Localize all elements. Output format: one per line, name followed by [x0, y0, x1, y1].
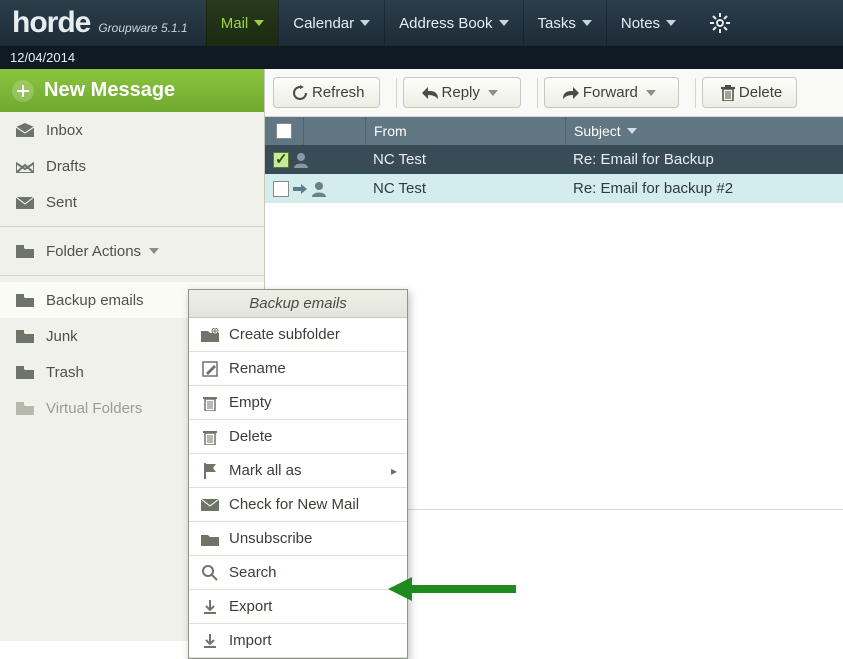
trash-icon [721, 85, 735, 101]
forward-button[interactable]: Forward [544, 77, 679, 108]
column-from[interactable]: From [365, 117, 565, 145]
folder-icon [14, 327, 36, 345]
row-from: NC Test [365, 145, 565, 174]
nav-calendar[interactable]: Calendar [278, 0, 384, 46]
forward-icon [563, 87, 579, 99]
row-checkbox[interactable] [273, 152, 289, 168]
chevron-down-icon [642, 90, 660, 96]
trash-icon [199, 429, 221, 445]
folder-icon [14, 242, 36, 260]
search-icon [199, 565, 221, 581]
nav-mail[interactable]: Mail [206, 0, 279, 46]
sort-desc-icon [627, 128, 637, 134]
reply-icon [422, 87, 438, 99]
settings-button[interactable] [698, 0, 742, 46]
folder-icon [199, 532, 221, 546]
folder-context-menu: Backup emails Create subfolder Rename Em… [188, 289, 408, 659]
drafts-icon [14, 157, 36, 175]
forwarded-icon [293, 184, 307, 194]
chevron-down-icon [254, 20, 264, 26]
sidebar-item-sent[interactable]: Sent [0, 184, 264, 220]
row-subject: Re: Email for Backup [565, 145, 843, 174]
chevron-down-icon [666, 20, 676, 26]
inbox-icon [14, 121, 36, 139]
message-row[interactable]: NC Test Re: Email for backup #2 [265, 174, 843, 203]
person-icon [311, 181, 327, 197]
row-subject: Re: Email for backup #2 [565, 174, 843, 203]
date-bar: 12/04/2014 [0, 46, 843, 69]
nav-notes[interactable]: Notes [606, 0, 690, 46]
sent-icon [14, 193, 36, 211]
select-all-checkbox[interactable] [265, 117, 303, 145]
download-icon [199, 599, 221, 615]
ctx-delete[interactable]: Delete [189, 420, 407, 454]
column-subject[interactable]: Subject [565, 117, 843, 145]
folder-icon [14, 291, 36, 309]
refresh-icon [292, 85, 308, 101]
sidebar-item-drafts[interactable]: Drafts [0, 148, 264, 184]
envelope-icon [199, 499, 221, 511]
message-toolbar: Refresh Reply Forward Delete [265, 69, 843, 117]
app-logo: horde [0, 6, 98, 40]
download-icon [199, 633, 221, 649]
message-table-header: From Subject [265, 117, 843, 145]
ctx-rename[interactable]: Rename [189, 352, 407, 386]
nav-address-book[interactable]: Address Book [384, 0, 522, 46]
ctx-check-new-mail[interactable]: Check for New Mail [189, 488, 407, 522]
row-from: NC Test [365, 174, 565, 203]
row-checkbox[interactable] [273, 181, 289, 197]
ctx-search[interactable]: Search [189, 556, 407, 590]
ctx-export[interactable]: Export [189, 590, 407, 624]
ctx-create-subfolder[interactable]: Create subfolder [189, 318, 407, 352]
refresh-button[interactable]: Refresh [273, 77, 380, 108]
edit-icon [199, 361, 221, 377]
folder-plus-icon [14, 399, 36, 417]
folder-plus-icon [199, 328, 221, 342]
folder-icon [14, 363, 36, 381]
chevron-down-icon [499, 20, 509, 26]
person-icon [293, 152, 309, 168]
chevron-down-icon [360, 20, 370, 26]
ctx-empty[interactable]: Empty [189, 386, 407, 420]
delete-button[interactable]: Delete [702, 77, 797, 108]
new-message-label: New Message [44, 79, 175, 102]
gear-icon [710, 13, 730, 33]
app-subtitle: Groupware 5.1.1 [98, 21, 187, 35]
message-row[interactable]: NC Test Re: Email for Backup [265, 145, 843, 174]
reply-button[interactable]: Reply [403, 77, 521, 108]
sidebar-folder-actions[interactable]: Folder Actions [0, 233, 264, 269]
ctx-import[interactable]: Import [189, 624, 407, 658]
sidebar-item-inbox[interactable]: Inbox [0, 112, 264, 148]
top-nav-bar: horde Groupware 5.1.1 Mail Calendar Addr… [0, 0, 843, 46]
flag-icon [199, 463, 221, 479]
nav-tasks[interactable]: Tasks [523, 0, 606, 46]
ctx-mark-all-as[interactable]: Mark all as [189, 454, 407, 488]
new-message-button[interactable]: New Message [0, 69, 264, 112]
chevron-down-icon [582, 20, 592, 26]
plus-icon [12, 80, 34, 102]
chevron-down-icon [149, 248, 159, 254]
chevron-down-icon [484, 90, 502, 96]
context-menu-title: Backup emails [189, 290, 407, 318]
trash-icon [199, 395, 221, 411]
ctx-unsubscribe[interactable]: Unsubscribe [189, 522, 407, 556]
